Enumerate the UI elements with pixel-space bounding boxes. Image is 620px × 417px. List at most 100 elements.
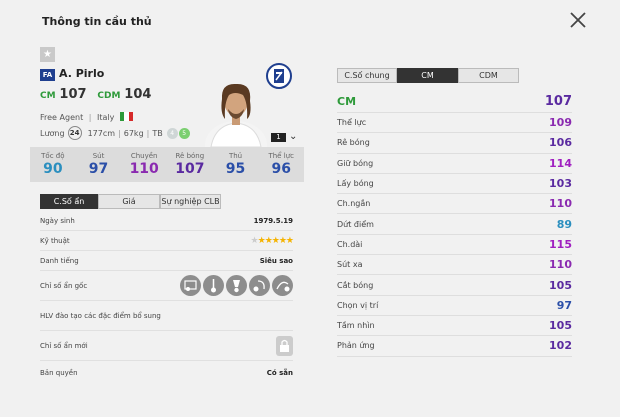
- traits-label: Chỉ số ẩn gốc: [40, 281, 88, 290]
- chevron-down-icon[interactable]: ⌄: [289, 131, 297, 142]
- stat-row: Tầm nhìn 105: [337, 316, 572, 337]
- stat-value: 110: [549, 197, 572, 211]
- star-icon: ★: [271, 235, 280, 246]
- summary-stat: Chuyền 110: [121, 147, 167, 182]
- stat-value: 110: [129, 161, 159, 177]
- stat-value: 102: [549, 339, 572, 353]
- stat-label: Rê bóng: [337, 138, 370, 148]
- stat-value: 103: [549, 177, 572, 191]
- stat-label: Rê bóng: [175, 152, 205, 160]
- player-name: A. Pirlo: [59, 67, 105, 80]
- stat-value: 97: [88, 161, 109, 177]
- detail-stats-list: CM 107 Thể lực 109 Rê bóng 106 Giữ bóng 114 Lấ…: [337, 91, 572, 357]
- position-overall-row: CM 107: [337, 91, 572, 113]
- stat-value: 114: [549, 156, 572, 170]
- star-icon: ★: [250, 235, 259, 246]
- left-foot-badge: 4: [166, 127, 178, 139]
- italy-flag-icon: [119, 112, 133, 121]
- stat-value: 106: [549, 136, 572, 150]
- stat-row: Ch.dài 115: [337, 235, 572, 256]
- trait-icon[interactable]: [272, 275, 293, 296]
- stat-value: 97: [556, 298, 572, 312]
- coach-label: HLV đào tạo các đặc điểm bổ sung: [40, 311, 161, 320]
- trait-icon[interactable]: [203, 275, 224, 296]
- right-foot-badge: 5: [178, 127, 190, 139]
- tab-club-career[interactable]: Sự nghiệp CLB: [160, 194, 221, 209]
- trait-icon[interactable]: [249, 275, 270, 296]
- tab-position-cdm[interactable]: CDM: [458, 68, 519, 83]
- lock-icon[interactable]: [276, 335, 293, 356]
- birth-label: Ngày sinh: [40, 216, 75, 225]
- fame-value: Siêu sao: [259, 256, 293, 265]
- stat-label: Thể lực: [337, 118, 367, 128]
- stat-value: 105: [549, 319, 572, 333]
- stat-label: Sút xa: [337, 260, 363, 270]
- stat-label: Dứt điểm: [337, 219, 374, 229]
- stat-label: Ch.ngắn: [337, 199, 371, 209]
- stat-value: 95: [225, 161, 246, 177]
- star-icon: ★: [257, 235, 266, 246]
- stat-label: Cắt bóng: [337, 280, 374, 290]
- fame-label: Danh tiếng: [40, 256, 79, 265]
- stat-value: 109: [549, 116, 572, 130]
- stat-row: Sút xa 110: [337, 255, 572, 276]
- list-item: Kỹ thuật ★★★★★★: [40, 231, 294, 251]
- position-overall-value: 107: [544, 94, 572, 109]
- list-item: HLV đào tạo các đặc điểm bổ sung: [40, 301, 293, 331]
- tab-position-cm[interactable]: CM: [397, 68, 458, 83]
- team-name: Free Agent: [40, 113, 84, 122]
- stat-row: Ch.ngắn 110: [337, 194, 572, 215]
- stat-value: 96: [271, 161, 291, 177]
- position-code: CDM: [97, 91, 121, 101]
- stat-label: Lấy bóng: [337, 179, 374, 189]
- stat-label: Tầm nhìn: [337, 321, 375, 331]
- stat-label: Chuyền: [130, 152, 158, 160]
- upgrade-level[interactable]: 1: [271, 133, 286, 142]
- window-title: Thông tin cầu thủ: [42, 15, 152, 28]
- stat-row: Thể lực 109: [337, 113, 572, 134]
- stat-value: 90: [43, 161, 63, 177]
- position-ovr: 104: [124, 87, 152, 102]
- position-overall-label: CM: [337, 95, 357, 108]
- summary-stat: Tốc độ 90: [30, 147, 76, 182]
- nationality: Italy: [97, 113, 115, 122]
- tab-price[interactable]: Giá: [98, 194, 160, 209]
- stat-value: 107: [175, 161, 205, 177]
- stat-row: Cắt bóng 105: [337, 275, 572, 296]
- license-value: Có sẵn: [266, 369, 293, 377]
- weight: 67kg: [123, 128, 144, 138]
- body-type: TB: [152, 128, 163, 138]
- stat-row: Phản ứng 102: [337, 336, 572, 357]
- trait-icon[interactable]: [180, 275, 201, 296]
- favorite-star-icon[interactable]: ★: [40, 47, 55, 62]
- stat-value: 89: [556, 217, 572, 231]
- team-nation-row: Free Agent | Italy: [40, 112, 133, 122]
- new-traits-label: Chỉ số ẩn mới: [40, 341, 88, 350]
- stat-row: Dứt điểm 89: [337, 214, 572, 235]
- season-badge: FA: [40, 69, 55, 81]
- list-item: Chỉ số ẩn gốc: [40, 271, 293, 301]
- left-tab-bar: C.Số ẩn Giá Sự nghiệp CLB: [40, 194, 221, 209]
- birth-value: 1979.5.19: [253, 216, 293, 225]
- club-logo-icon: [266, 63, 292, 89]
- salary-badge: 24: [67, 126, 82, 140]
- summary-stat: Thể lực 96: [258, 147, 304, 182]
- stat-label: Phản ứng: [337, 341, 375, 351]
- salary-label: Lương: [40, 128, 65, 138]
- tab-hidden-stats[interactable]: C.Số ẩn: [40, 194, 98, 209]
- trait-icon[interactable]: [226, 275, 247, 296]
- height: 177cm: [87, 128, 116, 138]
- summary-stat: Thủ 95: [213, 147, 259, 182]
- position-ratings: CM 107 CDM 104: [40, 87, 158, 102]
- stat-label: Tốc độ: [41, 152, 65, 160]
- star-icon: ★: [278, 235, 287, 246]
- tab-general-stats[interactable]: C.Số chung: [337, 68, 397, 83]
- license-label: Bản quyền: [40, 369, 78, 377]
- close-icon[interactable]: [568, 10, 588, 30]
- stat-label: Thủ: [228, 152, 243, 160]
- info-list: Ngày sinh 1979.5.19 Kỹ thuật ★★★★★★ Danh…: [40, 211, 294, 385]
- skill-label: Kỹ thuật: [40, 236, 70, 245]
- list-item: Ngày sinh 1979.5.19: [40, 211, 293, 231]
- stat-row: Lấy bóng 103: [337, 174, 572, 195]
- stat-label: Sút: [92, 152, 105, 160]
